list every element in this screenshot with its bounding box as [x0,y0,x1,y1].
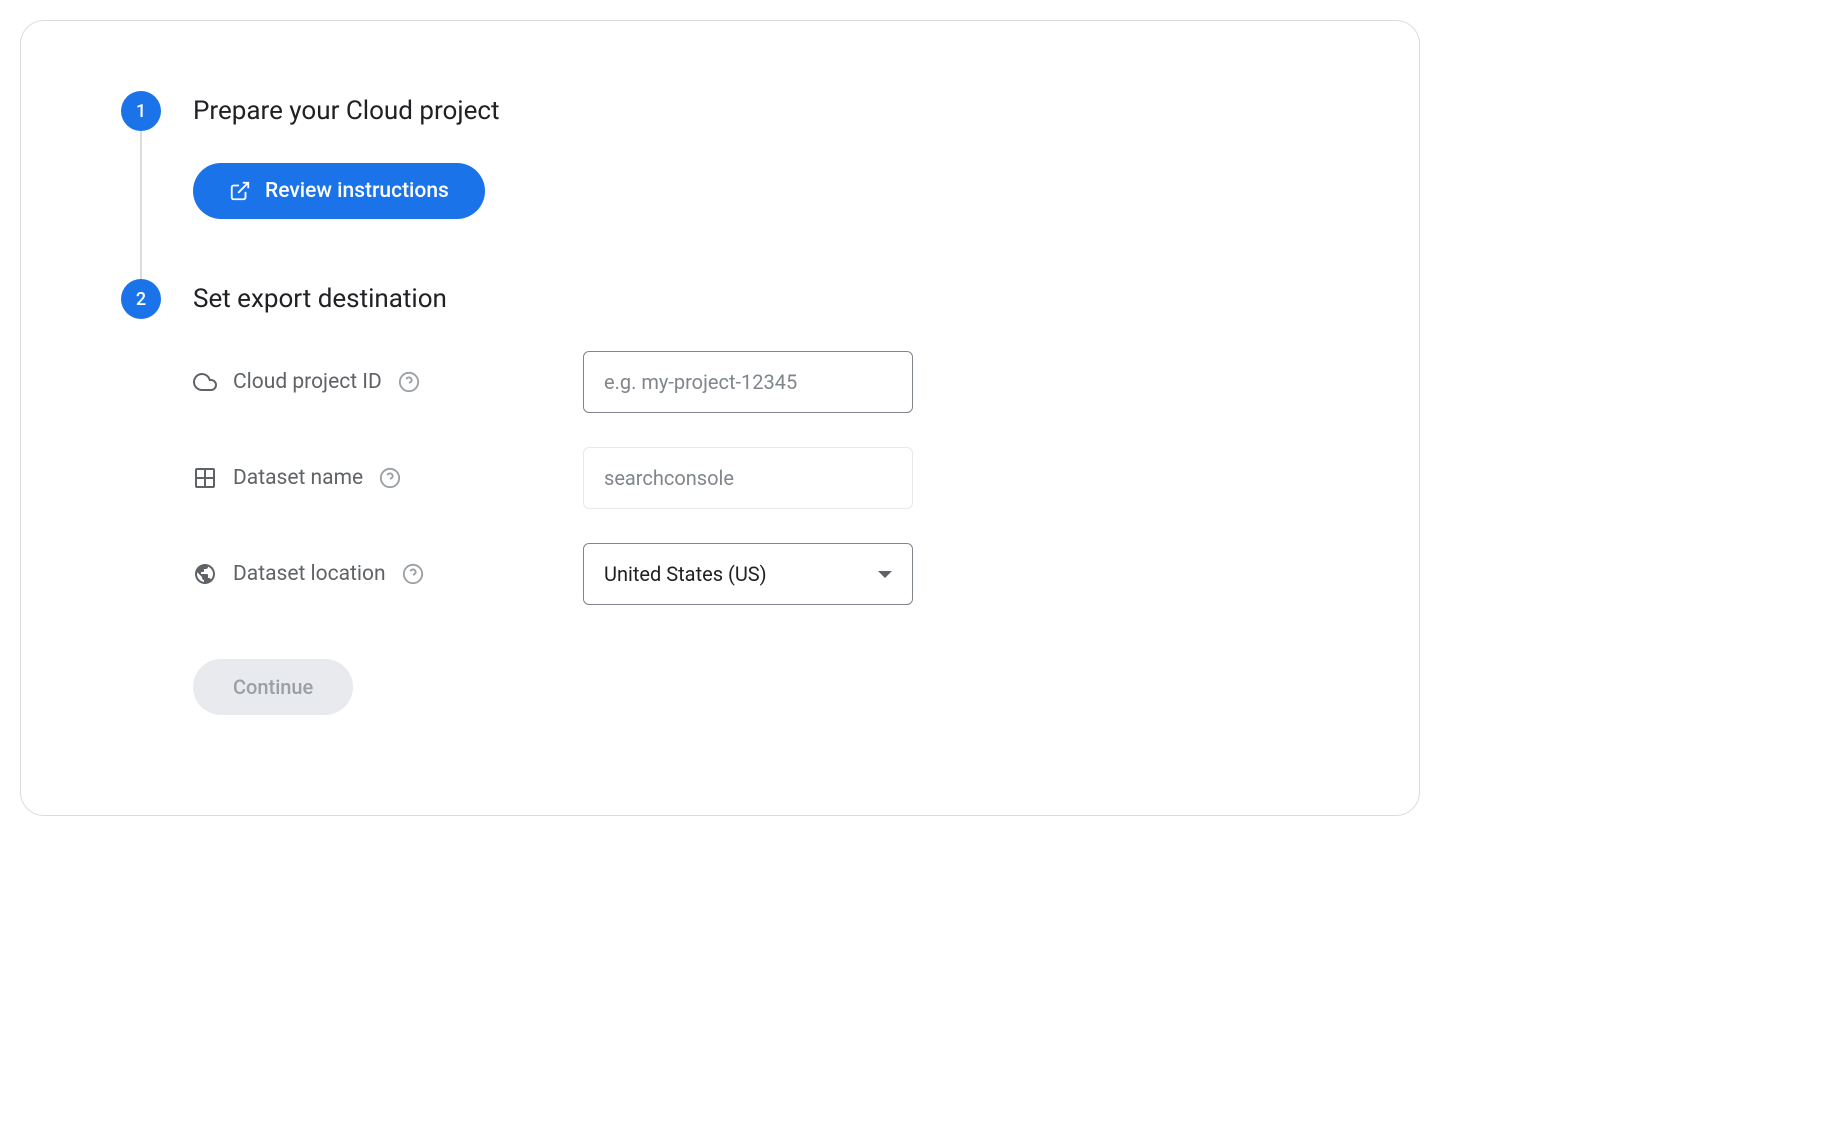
step-1-number: 1 [136,101,146,122]
dataset-name-label: Dataset name [233,466,363,490]
step-2-number: 2 [136,289,146,310]
setup-card: 1 Prepare your Cloud project Review inst… [20,20,1420,816]
step-2: 2 Set export destination Cloud project I… [121,279,1319,735]
dataset-location-selected: United States (US) [604,562,767,586]
dataset-location-select[interactable]: United States (US) [583,543,913,605]
dataset-location-label-group: Dataset location [193,562,583,586]
dataset-location-row: Dataset location United States (US) [193,543,1319,605]
stepper: 1 Prepare your Cloud project Review inst… [121,91,1319,735]
review-instructions-button[interactable]: Review instructions [193,163,485,219]
step-1-badge: 1 [121,91,161,131]
review-instructions-label: Review instructions [265,179,449,203]
dataset-name-row: Dataset name [193,447,1319,509]
help-icon[interactable] [398,371,420,393]
project-id-input[interactable] [583,351,913,413]
dataset-location-label: Dataset location [233,562,386,586]
step-2-title: Set export destination [193,279,1319,319]
help-icon[interactable] [402,563,424,585]
project-id-label-group: Cloud project ID [193,370,583,394]
step-2-badge: 2 [121,279,161,319]
cloud-icon [193,370,217,394]
dataset-name-label-group: Dataset name [193,466,583,490]
globe-icon [193,562,217,586]
step-1-content: Review instructions [193,163,1319,239]
step-1: 1 Prepare your Cloud project Review inst… [121,91,1319,279]
step-1-title: Prepare your Cloud project [193,91,1319,131]
project-id-label: Cloud project ID [233,370,382,394]
step-connector-line [140,131,142,289]
project-id-row: Cloud project ID [193,351,1319,413]
dataset-location-select-wrap: United States (US) [583,543,913,605]
chevron-down-icon [878,571,892,578]
open-in-new-icon [229,180,251,202]
step-2-content: Cloud project ID [193,351,1319,735]
continue-button: Continue [193,659,353,715]
dataset-name-input [583,447,913,509]
dataset-icon [193,466,217,490]
help-icon[interactable] [379,467,401,489]
continue-label: Continue [233,675,313,699]
